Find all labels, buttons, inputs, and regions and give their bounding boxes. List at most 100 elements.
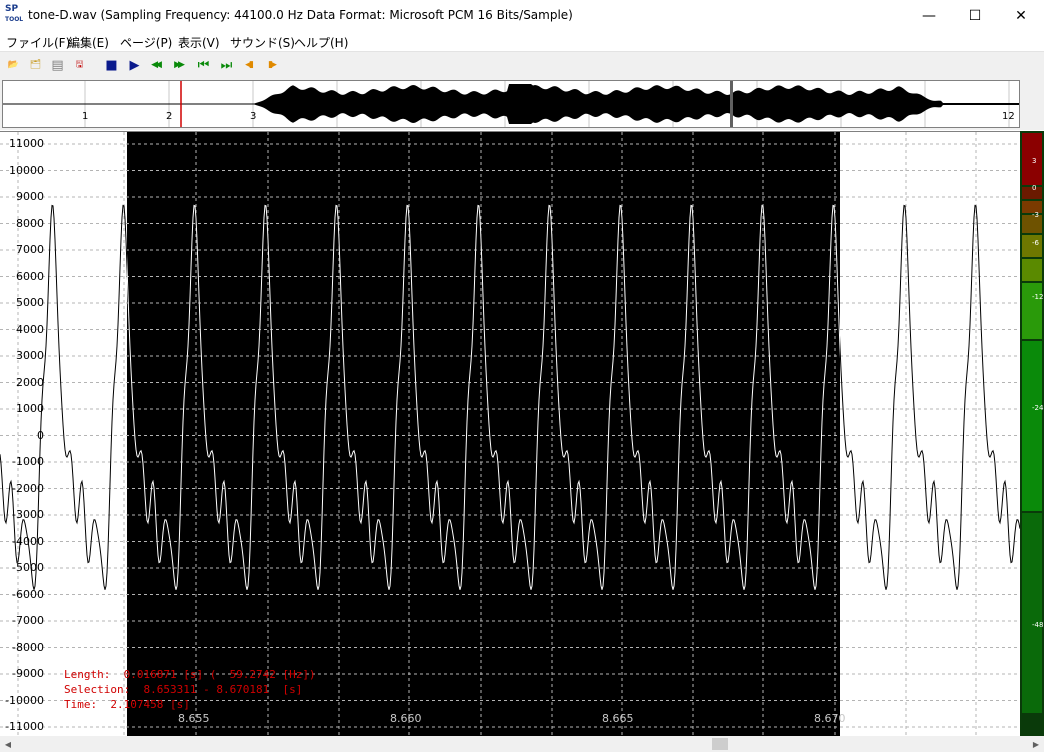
meter-segment: [1022, 513, 1042, 713]
app-icon-text: SP: [5, 4, 19, 14]
y-axis-label: 7000: [16, 243, 44, 256]
y-axis-label: -8000: [12, 640, 44, 654]
y-axis-label: 0: [37, 428, 44, 442]
prev-page-button[interactable]: ◀▮: [239, 56, 257, 74]
y-axis-label: -5000: [12, 561, 44, 574]
selection-region: [127, 132, 840, 737]
toolbar: 📂 🗂 ▤ 🖫 ■ ▶ ◀◀ ▶▶ ⏮ ⏭ ◀▮ ▮▶: [0, 51, 1044, 78]
y-axis-label: 1000: [16, 402, 44, 415]
level-meter: 3 0 -3 -6 -12 -24 -48: [1020, 131, 1044, 736]
menu-view[interactable]: 表示(V): [178, 34, 220, 51]
meter-label: -12: [1032, 293, 1044, 301]
meter-label: -24: [1032, 404, 1044, 412]
overview-position-marker: [730, 81, 733, 127]
menu-edit[interactable]: 編集(E): [68, 34, 109, 51]
y-axis-label: -6000: [12, 587, 44, 601]
y-axis-label: 11000: [9, 137, 44, 150]
meter-segment: [1022, 259, 1042, 281]
y-axis-label: -9000: [12, 667, 44, 680]
y-axis-label: 2000: [16, 375, 44, 389]
y-axis-label: -2000: [12, 481, 44, 495]
meter-label: -3: [1032, 211, 1039, 219]
y-axis-label: 9000: [16, 190, 44, 203]
meter-label: 3: [1032, 157, 1037, 165]
info-time: Time: 2.107458 [s]: [64, 698, 190, 711]
skip-end-button[interactable]: ⏭: [216, 56, 234, 74]
scroll-thumb[interactable]: [712, 738, 728, 750]
y-axis-label: -7000: [12, 614, 44, 627]
save-button[interactable]: ▤: [47, 56, 65, 74]
maximize-icon: ☐: [968, 7, 982, 24]
x-axis-label: 8.660: [390, 712, 422, 725]
app-icon-sub: TOOL: [5, 16, 24, 23]
y-axis-label: 10000: [9, 163, 44, 177]
scroll-right-icon[interactable]: ▶: [1028, 736, 1044, 752]
maximize-button[interactable]: ☐: [952, 0, 998, 31]
rewind-button[interactable]: ◀◀: [146, 56, 164, 74]
overview-label: 1: [82, 111, 89, 122]
save-as-button[interactable]: 🖫: [69, 56, 87, 74]
play-icon: ▶: [129, 57, 140, 73]
fast-forward-icon: ▶▶: [174, 60, 185, 70]
waveform-svg: [0, 132, 1020, 737]
open-icon: 📂: [7, 60, 19, 70]
rewind-icon: ◀◀: [151, 60, 162, 70]
play-button[interactable]: ▶: [124, 56, 142, 74]
info-length: Length: 0.016871 [s] ( 59.2742 [Hz]): [64, 668, 316, 681]
info-selection: Selection: 8.653311 - 8.670181 [s]: [64, 683, 303, 696]
minimize-button[interactable]: —: [906, 0, 952, 31]
overview-label: 2: [166, 111, 173, 122]
close-button[interactable]: ✕: [998, 0, 1044, 31]
skip-end-icon: ⏭: [220, 57, 233, 73]
app-icon[interactable]: SP TOOL: [5, 5, 23, 25]
x-axis-label: 8.670: [814, 712, 846, 725]
title-bar: SP TOOL tone-D.wav (Sampling Frequency: …: [0, 0, 1044, 31]
minimize-icon: —: [922, 7, 936, 24]
y-axis-label: 8000: [16, 216, 44, 230]
window-title: tone-D.wav (Sampling Frequency: 44100.0 …: [28, 8, 573, 22]
next-page-icon: ▮▶: [268, 60, 277, 70]
y-axis-label: -4000: [12, 534, 44, 548]
menu-bar: ファイル(F) 編集(E) ページ(P) 表示(V) サウンド(S) ヘルプ(H…: [0, 31, 1044, 51]
overview-label: 12: [1002, 111, 1015, 122]
skip-start-button[interactable]: ⏮: [193, 56, 211, 74]
y-axis-label: -10000: [5, 693, 44, 707]
open-multiple-icon: 🗂: [29, 60, 42, 70]
menu-help[interactable]: ヘルプ(H): [294, 34, 348, 51]
y-axis-label: 5000: [16, 296, 44, 309]
y-axis-label: 6000: [16, 269, 44, 283]
next-page-button[interactable]: ▮▶: [262, 56, 280, 74]
meter-segment: [1022, 283, 1042, 339]
y-axis-label: 3000: [16, 349, 44, 362]
waveform-view[interactable]: 11000 10000 9000 8000 7000 6000 5000 4000 3000 20…: [0, 131, 1020, 737]
overview-panel: 1 2 3 12: [0, 78, 1044, 130]
open-button[interactable]: 📂: [3, 56, 21, 74]
meter-segment: [1022, 341, 1042, 511]
menu-file[interactable]: ファイル(F): [6, 34, 70, 51]
prev-page-icon: ◀▮: [245, 60, 254, 70]
x-axis-label: 8.665: [602, 712, 634, 725]
stop-icon: ■: [105, 57, 117, 73]
skip-start-icon: ⏮: [197, 57, 210, 73]
y-axis-label: -11000: [5, 720, 44, 733]
y-axis-label: 4000: [16, 322, 44, 336]
overview-label: 3: [250, 111, 257, 122]
overview-waveform[interactable]: 1 2 3 12: [2, 80, 1020, 128]
stop-button[interactable]: ■: [101, 56, 119, 74]
meter-label: 0: [1032, 184, 1037, 192]
x-axis-label: 8.655: [178, 712, 210, 725]
overview-svg: [3, 81, 1019, 127]
y-axis-label: -1000: [12, 455, 44, 468]
scroll-left-icon[interactable]: ◀: [0, 736, 16, 752]
horizontal-scrollbar[interactable]: ◀ ▶: [0, 736, 1044, 752]
fast-forward-button[interactable]: ▶▶: [169, 56, 187, 74]
save-icon: ▤: [51, 57, 63, 73]
y-axis-label: -3000: [12, 508, 44, 521]
menu-sound[interactable]: サウンド(S): [230, 34, 295, 51]
close-icon: ✕: [1015, 7, 1027, 24]
menu-page[interactable]: ページ(P): [120, 34, 172, 51]
save-as-icon: 🖫: [75, 60, 83, 70]
meter-segment: [1022, 715, 1042, 734]
open-multiple-button[interactable]: 🗂: [25, 56, 43, 74]
meter-label: -6: [1032, 239, 1039, 247]
